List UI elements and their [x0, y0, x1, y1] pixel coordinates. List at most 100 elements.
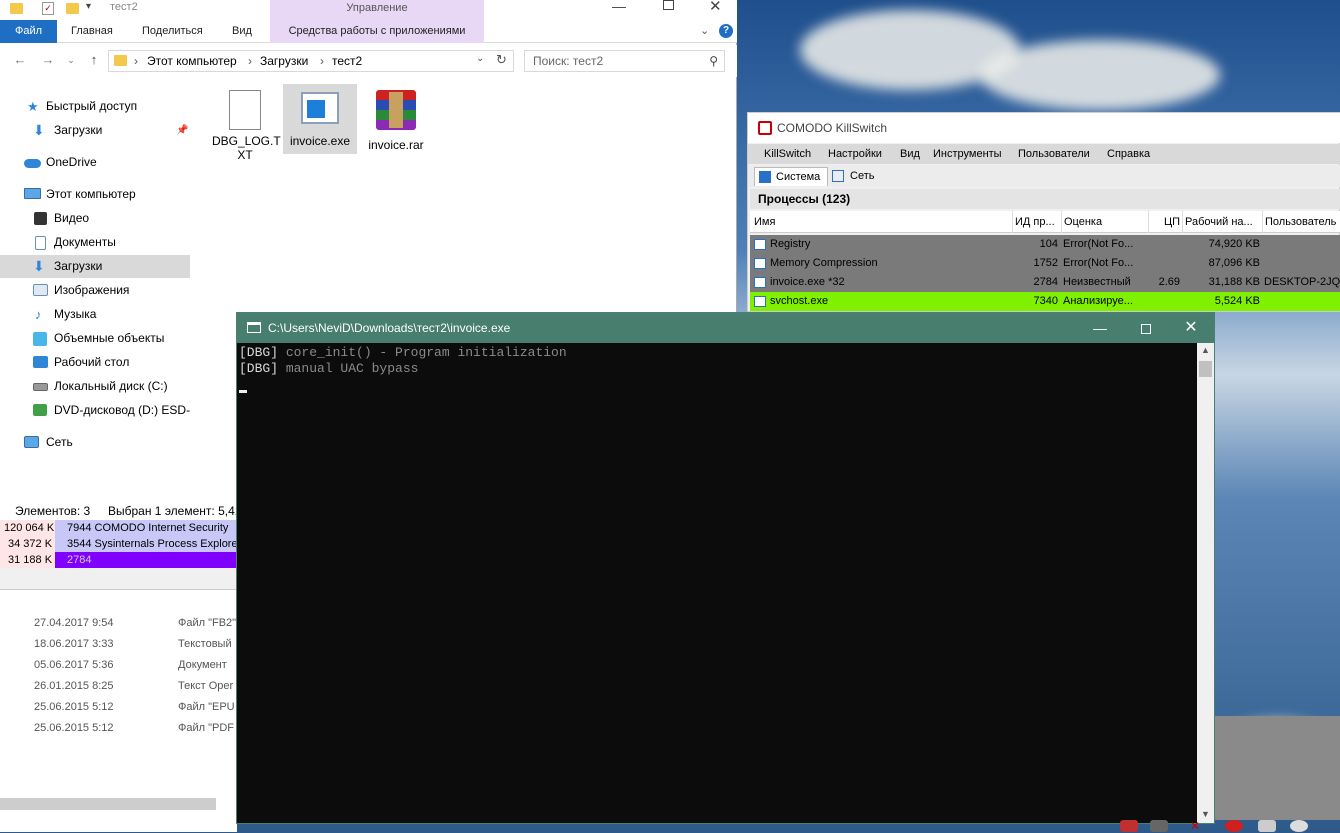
list-item[interactable]: 27.04.2017 9:54 Файл "FB2": [0, 613, 237, 634]
nav-images[interactable]: Изображения: [0, 279, 190, 302]
list-item[interactable]: 18.06.2017 3:33 Текстовый: [0, 634, 237, 655]
scroll-up-icon[interactable]: ▲: [1201, 345, 1210, 355]
refresh-icon[interactable]: ↻: [496, 52, 507, 68]
nav-documents[interactable]: Документы: [0, 231, 190, 254]
nav-desktop[interactable]: Рабочий стол: [0, 351, 190, 374]
winrar-archive-icon: [376, 90, 416, 130]
tab-share[interactable]: Поделиться: [142, 20, 203, 43]
nav-network[interactable]: Сеть: [0, 431, 190, 454]
quick-access-dropdown-icon[interactable]: ▾: [86, 1, 91, 12]
table-row[interactable]: Registry 104 Error(Not Fo... 74,920 KB: [750, 235, 1340, 254]
nav-onedrive[interactable]: OneDrive: [0, 151, 190, 174]
nav-downloads[interactable]: ⬇ Загрузки: [0, 255, 190, 278]
folder-icon: [10, 3, 23, 14]
explorer-titlebar: ✓ ▾ тест2 Управление — ✕: [0, 0, 737, 20]
minimize-button[interactable]: —: [612, 0, 626, 14]
console-icon: [247, 322, 261, 333]
app-icon[interactable]: [1150, 820, 1168, 832]
nav-downloads-pinned[interactable]: ⬇ Загрузки 📌: [0, 119, 190, 142]
tab-view[interactable]: Вид: [232, 20, 252, 43]
killswitch-window: COMODO KillSwitch KillSwitch Настройки В…: [747, 112, 1340, 312]
star-icon: ★: [27, 99, 39, 114]
table-row[interactable]: invoice.exe *32 2784 Неизвестный 2.69 31…: [750, 273, 1340, 292]
menu-killswitch[interactable]: KillSwitch: [764, 144, 811, 164]
list-item[interactable]: 25.06.2015 5:12 Файл "PDF: [0, 718, 237, 739]
film-icon: [34, 212, 47, 225]
menu-tools[interactable]: Инструменты: [933, 144, 1002, 164]
table-row[interactable]: 31 188 K 2784: [0, 552, 237, 568]
breadcrumb-separator: ›: [320, 54, 324, 68]
ribbon-expand-icon[interactable]: ⌄: [700, 24, 709, 37]
system-check-icon: [759, 171, 771, 183]
close-button[interactable]: ✕: [709, 0, 722, 15]
search-input[interactable]: Поиск: тест2 ⚲: [524, 50, 725, 72]
col-user[interactable]: Пользователь: [1262, 211, 1340, 233]
maximize-button[interactable]: [1123, 313, 1169, 343]
selection-info: Выбран 1 элемент: 5,41: [108, 504, 242, 518]
menu-settings[interactable]: Настройки: [828, 144, 882, 164]
horizontal-scrollbar[interactable]: [0, 798, 216, 810]
nav-local-disk[interactable]: Локальный диск (C:): [0, 375, 190, 398]
maximize-button[interactable]: [663, 0, 674, 10]
nav-this-pc[interactable]: Этот компьютер: [0, 183, 190, 206]
menu-help[interactable]: Справка: [1107, 144, 1150, 164]
chevron-down-icon[interactable]: ⌄: [476, 53, 484, 64]
app-icon[interactable]: [1225, 820, 1243, 832]
back-arrow-icon[interactable]: ←: [12, 52, 28, 68]
tab-system[interactable]: Система: [754, 167, 828, 186]
col-name[interactable]: Имя: [754, 211, 1009, 233]
table-row[interactable]: Memory Compression 1752 Error(Not Fo... …: [750, 254, 1340, 273]
divider: [0, 568, 237, 590]
col-cpu[interactable]: ЦП: [1148, 211, 1182, 233]
scroll-thumb[interactable]: [1199, 361, 1212, 377]
breadcrumb-downloads[interactable]: Загрузки: [260, 51, 308, 71]
app-icon[interactable]: [1290, 820, 1308, 832]
col-rating[interactable]: Оценка: [1061, 211, 1147, 233]
close-icon[interactable]: ✕: [1190, 820, 1208, 832]
file-item[interactable]: DBG_LOG.T XT: [212, 86, 281, 168]
process-icon: [754, 296, 766, 307]
minimize-button[interactable]: —: [1077, 313, 1123, 343]
menu-view[interactable]: Вид: [900, 144, 920, 164]
tab-home[interactable]: Главная: [71, 20, 113, 43]
process-icon: [754, 277, 766, 288]
properties-icon[interactable]: ✓: [42, 2, 54, 15]
col-pid[interactable]: ИД пр...: [1012, 211, 1060, 233]
file-item-selected[interactable]: invoice.exe: [283, 84, 357, 154]
col-working-set[interactable]: Рабочий на...: [1182, 211, 1262, 233]
vertical-scrollbar[interactable]: ▲ ▼: [1197, 343, 1214, 823]
up-arrow-icon[interactable]: ↑: [86, 52, 102, 68]
forward-arrow-icon[interactable]: →: [40, 52, 56, 68]
file-item[interactable]: invoice.rar: [363, 86, 429, 152]
help-icon[interactable]: ?: [719, 24, 733, 38]
nav-quick-access[interactable]: ★ Быстрый доступ: [0, 95, 190, 118]
table-row-highlighted[interactable]: svchost.exe 7340 Анализируе... 5,524 KB: [750, 292, 1340, 311]
list-item[interactable]: 05.06.2017 5:36 Документ: [0, 655, 237, 676]
recent-dropdown-icon[interactable]: ⌄: [63, 52, 79, 68]
app-icon[interactable]: [1258, 820, 1276, 832]
app-icon[interactable]: [1120, 820, 1138, 832]
window-title: тест2: [110, 1, 138, 13]
address-bar[interactable]: › Этот компьютер › Загрузки › тест2 ⌄ ↻: [108, 50, 514, 72]
nav-music[interactable]: ♪ Музыка: [0, 303, 190, 326]
scroll-down-icon[interactable]: ▼: [1201, 809, 1210, 819]
nav-video[interactable]: Видео: [0, 207, 190, 230]
new-folder-icon[interactable]: [66, 3, 79, 14]
table-row[interactable]: 120 064 K 7944 COMODO Internet Security: [0, 520, 237, 536]
drive-icon: [33, 383, 48, 391]
nav-dvd-drive[interactable]: DVD-дисковод (D:) ESD-IS: [0, 399, 190, 422]
breadcrumb-separator: ›: [248, 54, 252, 68]
console-output[interactable]: [DBG] core_init() - Program initializati…: [237, 343, 1197, 823]
close-button[interactable]: ✕: [1168, 313, 1214, 343]
breadcrumb-test2[interactable]: тест2: [332, 51, 362, 71]
table-row[interactable]: 34 372 K 3544 Sysinternals Process Explo…: [0, 536, 237, 552]
tab-network[interactable]: Сеть: [832, 167, 892, 186]
breadcrumb-this-pc[interactable]: Этот компьютер: [147, 51, 237, 71]
tab-file[interactable]: Файл: [0, 20, 57, 43]
list-item[interactable]: 25.06.2015 5:12 Файл "EPU: [0, 697, 237, 718]
list-item[interactable]: 26.01.2015 8:25 Текст Oper: [0, 676, 237, 697]
menu-users[interactable]: Пользователи: [1018, 144, 1090, 164]
tab-app-tools[interactable]: Средства работы с приложениями: [270, 20, 484, 43]
nav-3d-objects[interactable]: Объемные объекты: [0, 327, 190, 350]
